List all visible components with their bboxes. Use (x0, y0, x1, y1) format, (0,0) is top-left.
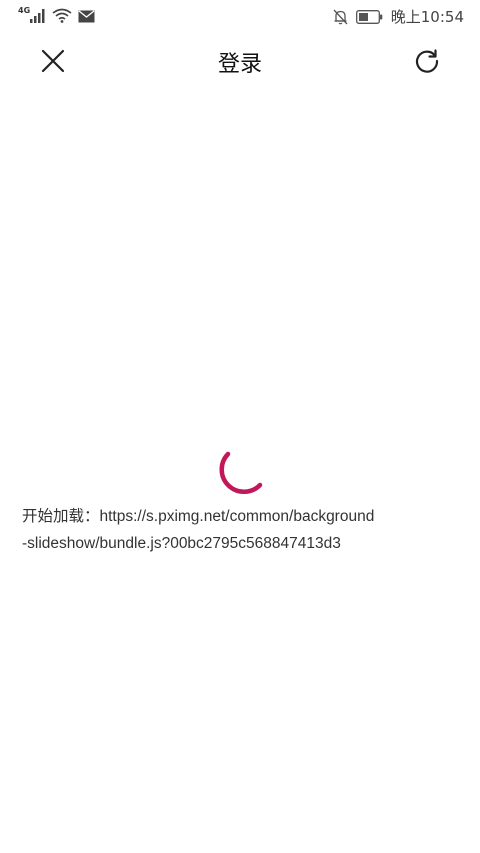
refresh-button[interactable] (410, 44, 444, 78)
bell-off-icon (333, 9, 348, 24)
battery-icon (355, 9, 383, 24)
refresh-icon (415, 49, 439, 73)
loading-spinner (212, 445, 268, 501)
toolbar: 登录 (0, 34, 480, 90)
loading-message-line-1: 开始加载：https://s.pximg.net/common/backgrou… (22, 508, 375, 525)
mail-icon (78, 10, 95, 23)
network-type-label: 4G (18, 6, 31, 15)
status-left: 4G (18, 6, 95, 23)
page-title: 登录 (217, 52, 262, 77)
loading-message: 开始加载：https://s.pximg.net/common/backgrou… (22, 503, 462, 557)
status-time: 晚上10:54 (390, 8, 464, 26)
loading-message-line-2: -slideshow/bundle.js?00bc2795c568847413d… (22, 535, 341, 552)
status-right: 晚上10:54 (333, 6, 464, 27)
signal-icon (30, 9, 45, 23)
wifi-icon (52, 8, 72, 23)
status-bar: 4G 晚上10:54 (0, 0, 480, 34)
spinner-arc-icon (219, 451, 263, 494)
